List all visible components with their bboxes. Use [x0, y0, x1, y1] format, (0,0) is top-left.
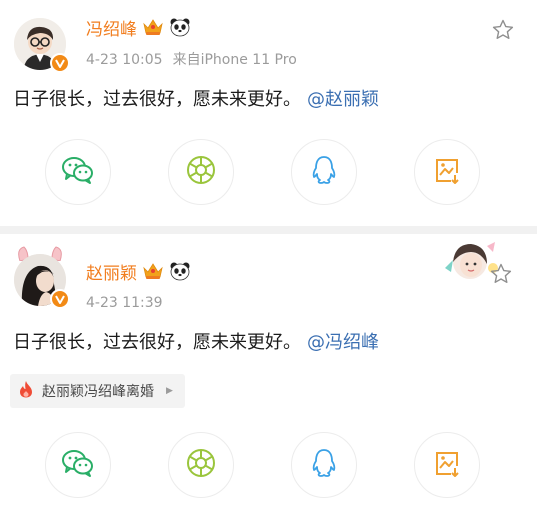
- share-qq-button[interactable]: [291, 139, 357, 205]
- save-image-button[interactable]: [414, 432, 480, 498]
- post-body: 日子很长，过去很好，愿未来更好。: [13, 89, 301, 110]
- moments-icon: [185, 447, 217, 483]
- share-wechat-button[interactable]: [45, 432, 111, 498]
- avatar[interactable]: [14, 246, 70, 309]
- post-meta: 4-23 11:39: [86, 294, 163, 312]
- mention-link[interactable]: @冯绍峰: [307, 332, 379, 353]
- post-body: 日子很长，过去很好，愿未来更好。: [13, 332, 301, 353]
- chevron-right-icon: ▶: [166, 386, 173, 396]
- crown-icon: [142, 261, 164, 287]
- post-text: 日子很长，过去很好，愿未来更好。 @赵丽颖: [13, 87, 379, 113]
- moments-icon: [185, 154, 217, 190]
- weibo-feed: 冯绍峰 4-23 10:05 来自iPhone 11 Pro 日子很长，过去很好…: [0, 0, 537, 518]
- username[interactable]: 冯绍峰: [86, 19, 137, 41]
- star-icon[interactable]: [489, 262, 513, 286]
- share-qq-button[interactable]: [291, 432, 357, 498]
- share-row: [0, 432, 537, 498]
- post-source: 来自iPhone 11 Pro: [172, 52, 297, 68]
- post-date: 4-23 10:05: [86, 52, 163, 68]
- post-meta: 4-23 10:05 来自iPhone 11 Pro: [86, 51, 297, 69]
- wechat-icon: [61, 448, 95, 482]
- post-separator: [0, 226, 537, 234]
- verified-v-icon: [50, 53, 70, 73]
- fire-icon: [18, 380, 34, 402]
- username[interactable]: 赵丽颖: [86, 263, 137, 285]
- panda-icon: [169, 261, 191, 287]
- qq-icon: [310, 154, 338, 190]
- save-image-button[interactable]: [414, 139, 480, 205]
- save-image-icon: [432, 155, 462, 189]
- panda-icon: [169, 17, 191, 43]
- share-moments-button[interactable]: [168, 432, 234, 498]
- crown-icon: [142, 17, 164, 43]
- star-icon[interactable]: [491, 18, 515, 42]
- post-date: 4-23 11:39: [86, 295, 163, 311]
- username-row: 赵丽颖: [86, 261, 191, 287]
- share-row: [0, 139, 537, 205]
- wechat-icon: [61, 155, 95, 189]
- topic-label: 赵丽颖冯绍峰离婚: [42, 384, 154, 400]
- weibo-post: 赵丽颖 4-23 11:39 日子很长，过去很好，愿未来更好。 @冯绍峰 赵丽颖…: [0, 234, 537, 518]
- post-text: 日子很长，过去很好，愿未来更好。 @冯绍峰: [13, 330, 379, 356]
- avatar[interactable]: [14, 18, 70, 73]
- save-image-icon: [432, 448, 462, 482]
- mention-link[interactable]: @赵丽颖: [307, 89, 379, 110]
- username-row: 冯绍峰: [86, 17, 191, 43]
- share-moments-button[interactable]: [168, 139, 234, 205]
- verified-v-icon: [50, 289, 70, 309]
- weibo-post: 冯绍峰 4-23 10:05 来自iPhone 11 Pro 日子很长，过去很好…: [0, 0, 537, 226]
- topic-chip[interactable]: 赵丽颖冯绍峰离婚 ▶: [10, 374, 185, 408]
- share-wechat-button[interactable]: [45, 139, 111, 205]
- qq-icon: [310, 447, 338, 483]
